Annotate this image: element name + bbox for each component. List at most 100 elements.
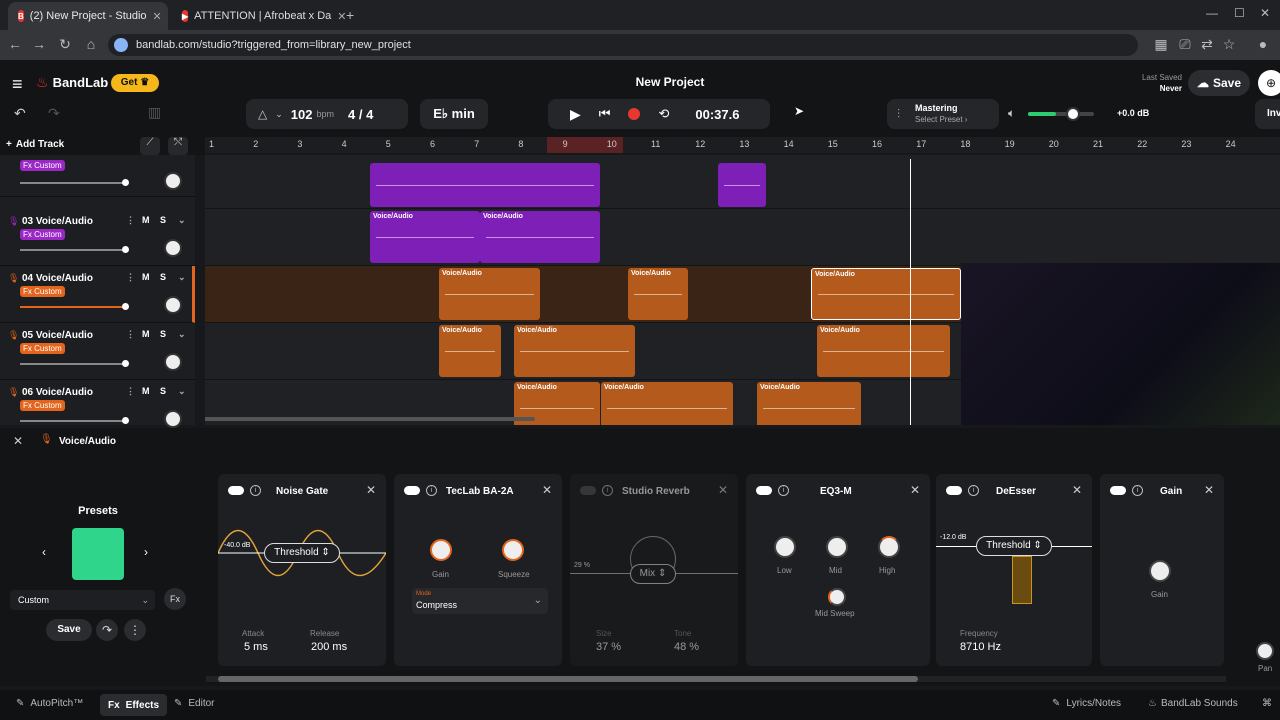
translate-icon[interactable]: ⇄	[1196, 36, 1218, 53]
pan-knob[interactable]	[164, 296, 182, 314]
mute-button[interactable]: M	[142, 215, 150, 225]
home-icon[interactable]: ⌂	[80, 36, 102, 52]
effects-scroll-thumb[interactable]	[218, 676, 918, 682]
audio-clip[interactable]: Voice/Audio	[628, 268, 688, 320]
mute-button[interactable]: M	[142, 386, 150, 396]
threshold-control[interactable]: Threshold ⇕	[264, 543, 340, 563]
close-icon[interactable]: ✕	[718, 483, 728, 497]
get-membership-button[interactable]: Get ♛	[111, 74, 159, 92]
key-selector[interactable]: E♭ min	[420, 99, 488, 129]
bandlab-logo[interactable]: ♨ BandLab	[36, 74, 108, 91]
fx-badge[interactable]: Fx Custom	[20, 160, 65, 171]
pan-knob[interactable]	[164, 410, 182, 428]
share-icon[interactable]: ↷	[96, 619, 118, 641]
play-icon[interactable]: ▶	[570, 106, 581, 123]
audio-clip[interactable]: Voice/Audio	[439, 268, 540, 320]
effects-tab[interactable]: Fx Effects	[100, 694, 168, 716]
audio-clip[interactable]: Voice/Audio	[480, 211, 600, 263]
audio-clip[interactable]	[370, 163, 600, 207]
track-volume-slider[interactable]	[20, 417, 129, 424]
more-options-icon[interactable]: ⋮	[126, 329, 135, 340]
gain-knob[interactable]	[1149, 560, 1171, 582]
project-title[interactable]: New Project	[580, 75, 760, 89]
fx-badge[interactable]: Fx Custom	[20, 229, 65, 240]
back-icon[interactable]: ←	[4, 36, 26, 52]
save-project-button[interactable]: ☁ Save	[1188, 70, 1250, 96]
close-icon[interactable]: ✕	[366, 483, 376, 497]
arrangement-lanes[interactable]: Voice/Audio Voice/Audio Voice/Audio Voic…	[205, 155, 1280, 425]
track-lane[interactable]: Voice/Audio Voice/Audio	[205, 209, 1280, 266]
mute-button[interactable]: M	[142, 329, 150, 339]
invite-button[interactable]: Inv	[1255, 99, 1280, 129]
track-volume-slider[interactable]	[20, 246, 129, 253]
track-header-selected[interactable]: 🎙︎ 04 Voice/Audio ⋮ M S ⌄ Fx Custom	[0, 266, 195, 323]
preset-prev-icon[interactable]: ‹	[42, 545, 46, 559]
maximize-icon[interactable]: ☐	[1234, 6, 1245, 20]
master-volume-slider[interactable]	[1028, 107, 1094, 121]
info-icon[interactable]: i	[426, 485, 437, 496]
fx-badge[interactable]: Fx Custom	[20, 400, 65, 411]
close-tab-icon[interactable]: ✕	[153, 10, 162, 23]
bandlab-sounds-tab[interactable]: ♨ BandLab Sounds	[1148, 698, 1238, 709]
low-knob[interactable]	[774, 536, 796, 558]
extension-icon[interactable]: ▦	[1150, 36, 1172, 53]
info-icon[interactable]: i	[778, 485, 789, 496]
new-tab-icon[interactable]: +	[346, 7, 354, 23]
high-knob[interactable]	[878, 536, 900, 558]
mix-control[interactable]: Mix ⇕	[630, 564, 676, 584]
audio-clip[interactable]	[718, 163, 766, 207]
timeline-ruler[interactable]: 1 2 3 4 5 6 7 8 9 10 11 12 13 14 15 16 17 18 19 20 21 22 23 24	[205, 137, 1280, 153]
menu-icon[interactable]: ≡	[12, 74, 23, 95]
track-header[interactable]: 🎙︎ 05 Voice/Audio ⋮ M S ⌄ Fx Custom	[0, 323, 195, 380]
tab-youtube[interactable]: ▶ ATTENTION | Afrobeat x Da ✕	[172, 2, 347, 30]
info-icon[interactable]: i	[1132, 485, 1143, 496]
solo-button[interactable]: S	[160, 386, 166, 396]
track-header[interactable]: Fx Custom	[0, 145, 195, 197]
more-options-icon[interactable]: ⋮	[124, 619, 146, 641]
track-name[interactable]: 05 Voice/Audio	[22, 330, 93, 341]
effect-toggle[interactable]	[946, 486, 962, 495]
close-icon[interactable]: ✕	[1204, 483, 1214, 497]
info-icon[interactable]: i	[968, 485, 979, 496]
track-name[interactable]: 04 Voice/Audio	[22, 273, 93, 284]
threshold-control[interactable]: Threshold ⇕	[976, 536, 1052, 556]
audio-clip[interactable]: Voice/Audio	[757, 382, 861, 425]
squeeze-knob[interactable]	[502, 539, 524, 561]
pan-knob[interactable]	[1256, 642, 1274, 660]
solo-button[interactable]: S	[160, 215, 166, 225]
effect-toggle[interactable]	[756, 486, 772, 495]
shortcut-icon[interactable]: ⌘	[1262, 698, 1272, 709]
save-preset-button[interactable]: Save	[46, 619, 92, 641]
globe-icon[interactable]: ⊕	[1258, 70, 1280, 96]
mute-button[interactable]: M	[142, 272, 150, 282]
chevron-down-icon[interactable]: ⌄	[178, 272, 186, 283]
address-bar[interactable]: bandlab.com/studio?triggered_from=librar…	[108, 34, 1138, 56]
mastering-button[interactable]: ⫶ Mastering Select Preset ›	[887, 99, 999, 129]
audio-clip[interactable]: Voice/Audio	[601, 382, 733, 425]
reload-icon[interactable]: ↻	[54, 36, 76, 53]
effect-toggle[interactable]	[580, 486, 596, 495]
more-options-icon[interactable]: ⋮	[126, 215, 135, 226]
audio-clip-selected[interactable]: Voice/Audio	[811, 268, 961, 320]
audio-clip[interactable]: Voice/Audio	[514, 325, 635, 377]
mid-sweep-knob[interactable]	[828, 588, 846, 606]
track-header[interactable]: 🎙︎ 03 Voice/Audio ⋮ M S ⌄ Fx Custom	[0, 209, 195, 266]
audio-clip[interactable]: Voice/Audio	[439, 325, 501, 377]
forward-icon[interactable]: →	[28, 36, 50, 52]
pan-knob[interactable]	[164, 172, 182, 190]
audio-clip[interactable]: Voice/Audio	[370, 211, 480, 263]
bpm-value[interactable]: 102	[291, 107, 313, 122]
bookmark-star-icon[interactable]: ☆	[1218, 36, 1240, 53]
minimize-icon[interactable]: —	[1206, 6, 1218, 20]
effect-toggle[interactable]	[228, 486, 244, 495]
site-info-icon[interactable]	[114, 38, 128, 52]
lyrics-notes-tab[interactable]: ✎ Lyrics/Notes	[1052, 698, 1121, 709]
mode-select[interactable]: Mode Compress ⌄	[412, 588, 548, 614]
volume-handle[interactable]	[1066, 107, 1080, 121]
cast-icon[interactable]: ⎚	[1174, 36, 1196, 53]
horizontal-scrollbar[interactable]	[205, 417, 535, 421]
fx-bypass-icon[interactable]: Fx	[164, 588, 186, 610]
chevron-down-icon[interactable]: ⌄	[178, 329, 186, 340]
fx-badge[interactable]: Fx Custom	[20, 286, 65, 297]
size-value[interactable]: 37 %	[596, 641, 621, 653]
